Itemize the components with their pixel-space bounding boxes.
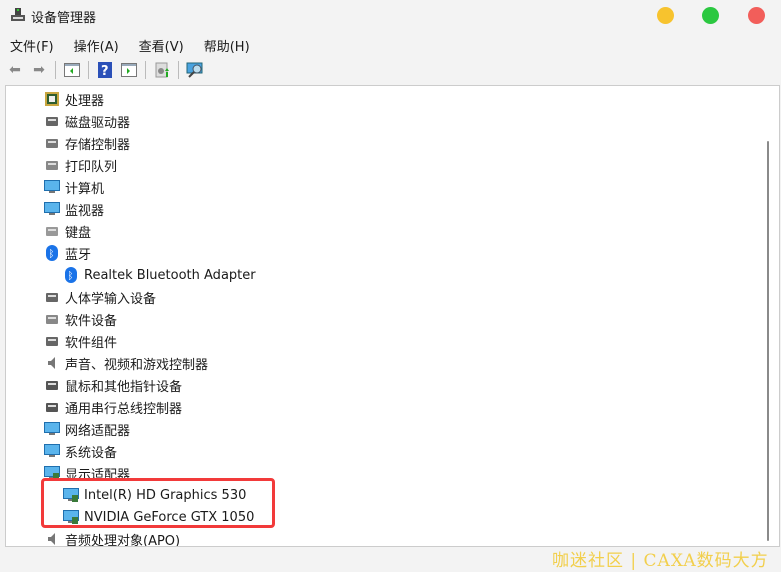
tree-item[interactable]: 软件组件 [44,330,117,352]
tree-item[interactable]: 计算机 [44,176,104,198]
device-manager-icon [11,8,25,21]
software-component-icon [44,333,60,349]
disk-drive-icon [44,113,60,129]
watermark: 咖迷社区 | CAXA数码大方 [552,551,769,571]
tree-item-label: 键盘 [65,225,92,241]
tree-item[interactable]: 键盘 [44,220,91,242]
tree-item[interactable]: 网络适配器 [44,418,130,440]
back-icon[interactable]: ⬅ [5,61,25,79]
close-button[interactable] [748,7,765,24]
tree-item-label: 音频处理对象(APO) [65,533,181,547]
menu-view[interactable]: 查看(V) [129,34,192,56]
tree-item-label: 计算机 [65,181,105,197]
menu-help[interactable]: 帮助(H) [194,34,258,56]
tree-item-label: 打印队列 [65,159,118,175]
printer-icon [44,157,60,173]
mouse-icon [44,377,60,393]
title-bar: 设备管理器 [0,0,781,32]
help-icon[interactable]: ? [95,61,115,79]
svg-text:ᛒ: ᛒ [68,271,74,282]
tree-item[interactable]: 人体学输入设备 [44,286,156,308]
update-driver-icon[interactable] [152,61,172,79]
toolbar: ⬅ ➡ ? [0,58,781,82]
maximize-button[interactable] [702,7,719,24]
monitor-icon [44,201,60,217]
storage-controller-icon [44,135,60,151]
window-title: 设备管理器 [31,11,97,26]
highlight-box [41,478,275,528]
speaker-icon [44,355,60,371]
tree-item[interactable]: 鼠标和其他指针设备 [44,374,182,396]
tree-item[interactable]: 软件设备 [44,308,117,330]
tree-item[interactable]: 存储控制器 [44,132,130,154]
tree-item[interactable]: ᛒ Realtek Bluetooth Adapter [63,264,256,286]
tree-item[interactable]: ᛒ 蓝牙 [44,242,91,264]
tree-item[interactable]: 打印队列 [44,154,117,176]
tree-item[interactable]: 磁盘驱动器 [44,110,130,132]
menu-action[interactable]: 操作(A) [64,34,127,56]
tree-item[interactable]: 监视器 [44,198,104,220]
tree-item[interactable]: 通用串行总线控制器 [44,396,182,418]
tree-item-label: 蓝牙 [65,247,92,263]
computer-icon [44,179,60,195]
tree-item-label: Realtek Bluetooth Adapter [84,267,256,283]
menu-file[interactable]: 文件(F) [0,34,62,56]
show-hide-console-tree-icon[interactable] [62,61,82,79]
tree-item-label: 磁盘驱动器 [65,115,131,131]
tree-item-label: 存储控制器 [65,137,131,153]
svg-text:?: ? [101,64,109,78]
tree-item-label: 人体学输入设备 [65,291,157,307]
tree-item-label: 鼠标和其他指针设备 [65,379,183,395]
network-icon [44,421,60,437]
tree-item[interactable]: 声音、视频和游戏控制器 [44,352,208,374]
svg-text:ᛒ: ᛒ [49,249,55,260]
keyboard-icon [44,223,60,239]
tree-item[interactable]: 系统设备 [44,440,117,462]
usb-icon [44,399,60,415]
tree-item[interactable]: 音频处理对象(APO) [44,528,181,547]
menu-bar: 文件(F) 操作(A) 查看(V) 帮助(H) [0,34,260,56]
scan-hardware-icon[interactable] [185,61,205,79]
tree-item-label: 系统设备 [65,445,118,461]
vertical-scrollbar[interactable] [767,141,769,541]
bluetooth-icon: ᛒ [44,245,60,261]
system-device-icon [44,443,60,459]
tree-item-label: 软件设备 [65,313,118,329]
minimize-button[interactable] [657,7,674,24]
tree-item-label: 声音、视频和游戏控制器 [65,357,209,373]
tree-item-label: 软件组件 [65,335,118,351]
forward-icon[interactable]: ➡ [29,61,49,79]
tree-item-label: 通用串行总线控制器 [65,401,183,417]
action-pane-icon[interactable] [119,61,139,79]
bluetooth-device-icon: ᛒ [63,267,79,283]
tree-item[interactable]: 处理器 [44,88,104,110]
tree-item-label: 网络适配器 [65,423,131,439]
speaker-icon [44,531,60,546]
software-device-icon [44,311,60,327]
processor-icon [44,91,60,107]
tree-item-label: 处理器 [65,93,105,109]
tree-item-label: 监视器 [65,203,105,219]
hid-icon [44,289,60,305]
